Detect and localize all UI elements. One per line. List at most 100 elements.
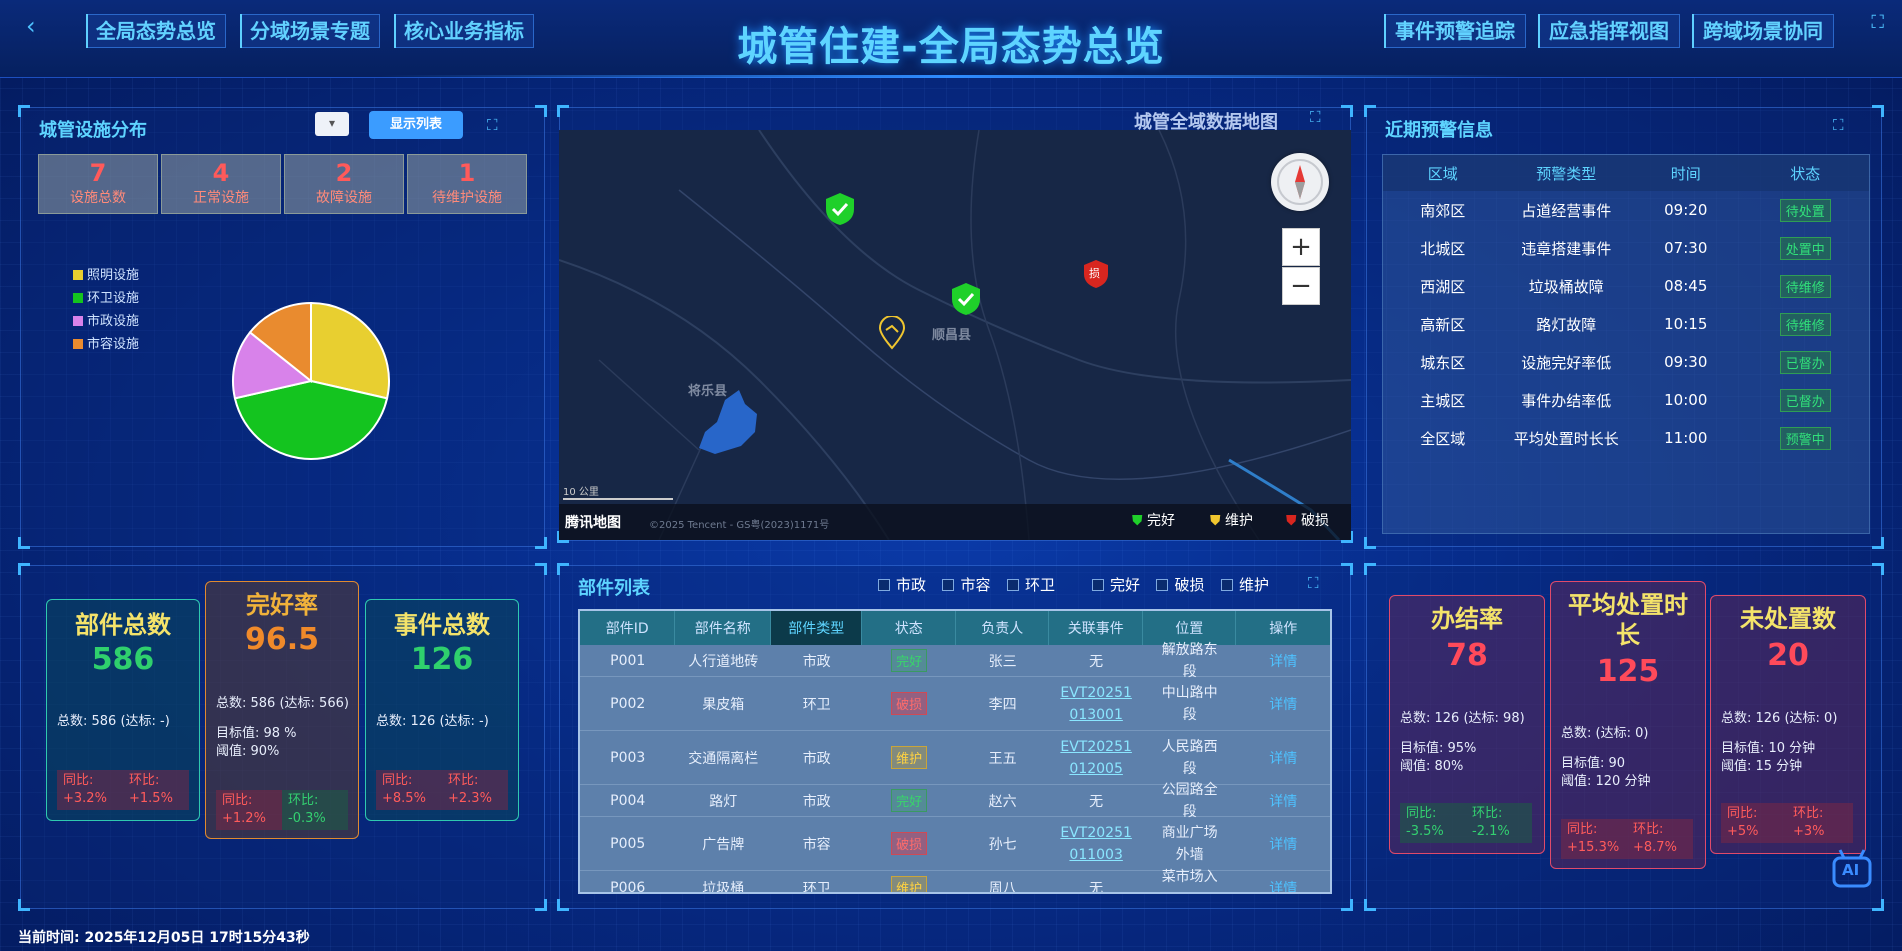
nav-cross-domain[interactable]: 跨域场景协同: [1692, 14, 1834, 48]
compare-value: +2.3%: [448, 791, 492, 806]
legend-item[interactable]: 环卫设施: [73, 287, 139, 310]
detail-link[interactable]: 详情: [1269, 748, 1297, 768]
map-view[interactable]: 顺昌县 将乐县 10 公里: [559, 130, 1351, 540]
kpi-title: 事件总数: [394, 611, 490, 639]
stat-normal: 4 正常设施: [161, 154, 281, 214]
checkbox[interactable]: [942, 578, 955, 591]
expand-icon[interactable]: ⛶: [1310, 108, 1321, 126]
wrench-marker-icon[interactable]: [877, 316, 907, 350]
cell-id: P002: [610, 695, 646, 712]
alert-row[interactable]: 全区域 平均处置时长长 11:00 预警中: [1383, 419, 1869, 457]
detail-link[interactable]: 详情: [1269, 694, 1297, 714]
col-header[interactable]: 部件名称: [675, 611, 771, 645]
table-row[interactable]: P004 路灯 市政 完好 赵六 无 公园路全段 详情: [580, 782, 1330, 820]
expand-icon[interactable]: ⛶: [1308, 574, 1319, 592]
legend-item[interactable]: 市容设施: [73, 333, 139, 356]
kpi-summary: 总数: 586 (达标: -): [57, 714, 170, 729]
compare-value: +15.3%: [1567, 840, 1620, 855]
facility-title: 城管设施分布: [39, 120, 147, 141]
cell-op: 详情: [1237, 785, 1330, 816]
compass-icon[interactable]: [1271, 153, 1329, 211]
legend-item[interactable]: 市政设施: [73, 310, 139, 333]
checkbox[interactable]: [1156, 578, 1169, 591]
table-row[interactable]: P002 果皮箱 环卫 破损 李四 EVT20251013001 中山路中段 详情: [580, 677, 1330, 731]
compare-value: +5%: [1727, 824, 1759, 839]
expand-icon[interactable]: ⛶: [487, 116, 498, 134]
alert-cell: 09:30: [1664, 353, 1708, 371]
filter-broken[interactable]: 破损: [1156, 574, 1204, 595]
alert-row[interactable]: 主城区 事件办结率低 10:00 已督办: [1383, 381, 1869, 419]
kpi-card-unhandled[interactable]: 未处置数 20 总数: 126 (达标: 0) 目标值: 10 分钟 阈值: 15 分钟…: [1710, 595, 1866, 854]
table-row[interactable]: P006 垃圾桶 环卫 维护 周八 无 菜市场入口 详情: [580, 869, 1330, 894]
col-header[interactable]: 关联事件: [1049, 611, 1143, 645]
shield-check-icon[interactable]: [950, 281, 982, 317]
alert-row[interactable]: 高新区 路灯故障 10:15 待维修: [1383, 305, 1869, 343]
kpi-card-event-total[interactable]: 事件总数 126 总数: 126 (达标: -) 同比: +8.5% 环比: +2.3%: [365, 599, 519, 821]
fullscreen-icon[interactable]: ⛶: [1871, 12, 1884, 33]
compare-box: 同比: +15.3%: [1561, 819, 1627, 859]
filter-shizheng[interactable]: 市政: [878, 574, 926, 595]
expand-icon[interactable]: ⛶: [1833, 116, 1844, 134]
filter-maint[interactable]: 维护: [1220, 574, 1269, 595]
kpi-compare: 同比: +5% 环比: +3%: [1721, 803, 1853, 843]
nav-emergency[interactable]: 应急指挥视图: [1538, 14, 1680, 48]
checkbox[interactable]: [878, 578, 890, 591]
alert-row[interactable]: 南郊区 占道经营事件 09:20 待处置: [1383, 191, 1869, 229]
cell-type: 市政: [802, 793, 831, 810]
kpi-card-intact-rate[interactable]: 完好率 96.5 总数: 586 (达标: 566) 目标值: 98 % 阈值: 90%…: [205, 581, 359, 839]
chevron-down-icon[interactable]: ▾: [315, 112, 349, 136]
alert-cell: 08:45: [1664, 277, 1708, 295]
checkbox[interactable]: [1092, 578, 1104, 591]
alert-cell: 09:20: [1664, 201, 1708, 219]
show-list-button[interactable]: 显示列表: [369, 111, 463, 139]
detail-link[interactable]: 详情: [1269, 651, 1297, 671]
event-link[interactable]: EVT20251012005: [1056, 736, 1136, 780]
damage-marker-icon[interactable]: 损: [1083, 259, 1109, 289]
map-legend-maint: ⛊ 维护: [1210, 510, 1253, 530]
parts-title: 部件列表: [578, 578, 650, 599]
event-link[interactable]: EVT20251013001: [1056, 682, 1136, 726]
col-header[interactable]: 操作: [1236, 611, 1330, 645]
kpi-card-parts-total[interactable]: 部件总数 586 总数: 586 (达标: -) 同比: +3.2% 环比: +1.5%: [46, 599, 200, 821]
alert-row[interactable]: 城东区 设施完好率低 09:30 已督办: [1383, 343, 1869, 381]
detail-link[interactable]: 详情: [1269, 791, 1297, 811]
event-link[interactable]: EVT20251011003: [1056, 822, 1136, 866]
alert-row[interactable]: 西湖区 垃圾桶故障 08:45 待维修: [1383, 267, 1869, 305]
map-label-jiangle: 将乐县: [688, 384, 728, 399]
kpi-card-avg-duration[interactable]: 平均处置时长 125 总数: (达标: 0) 目标值: 90 阈值: 120 分钟 同比:…: [1550, 581, 1706, 869]
kpi-summary: 总数: 126 (达标: -): [376, 714, 489, 729]
kpi-title: 完好率: [246, 591, 318, 619]
kpi-card-close-rate[interactable]: 办结率 78 总数: 126 (达标: 98) 目标值: 95% 阈值: 80% 同比: -…: [1389, 595, 1545, 854]
ai-robot-icon[interactable]: AI: [1830, 848, 1874, 892]
filter-good[interactable]: 完好: [1092, 574, 1140, 595]
checkbox[interactable]: [1006, 578, 1019, 591]
kpi-value: 20: [1767, 638, 1809, 673]
zoom-out-button[interactable]: −: [1282, 267, 1320, 305]
table-row[interactable]: P005 广告牌 市容 破损 孙七 EVT20251011003 商业广场外墙 详情: [580, 817, 1330, 871]
col-header[interactable]: 部件ID: [580, 611, 676, 645]
zoom-in-button[interactable]: +: [1282, 228, 1320, 266]
filter-shirong[interactable]: 市容: [942, 574, 990, 595]
table-row[interactable]: P001 人行道地砖 市政 完好 张三 无 解放路东段 详情: [580, 642, 1330, 680]
cell-event: 无: [1089, 880, 1104, 894]
alert-row[interactable]: 北城区 违章搭建事件 07:30 处置中: [1383, 229, 1869, 267]
cell-op: 详情: [1237, 817, 1330, 870]
detail-link[interactable]: 详情: [1269, 878, 1297, 893]
compare-label: 环比:: [1793, 806, 1824, 821]
damage-icon: ⛊: [1286, 513, 1297, 529]
col-header[interactable]: 状态: [862, 611, 956, 645]
detail-link[interactable]: 详情: [1269, 834, 1297, 854]
filter-huanwei[interactable]: 环卫: [1006, 574, 1055, 595]
checkbox[interactable]: [1220, 578, 1233, 591]
table-row[interactable]: P003 交通隔离栏 市政 维护 王五 EVT20251012005 人民路西段 详情: [580, 731, 1330, 785]
nav-event-tracking[interactable]: 事件预警追踪: [1384, 14, 1526, 48]
alert-cell: 路灯故障: [1536, 315, 1597, 334]
cell-event: 无: [1089, 653, 1104, 670]
cell-type: 环卫: [802, 696, 831, 713]
kpi-threshold: 阈值: 15 分钟: [1721, 759, 1803, 774]
shield-check-icon[interactable]: [824, 191, 856, 227]
col-header[interactable]: 部件类型: [770, 611, 863, 645]
col-header[interactable]: 负责人: [956, 611, 1050, 645]
legend-item[interactable]: 照明设施: [73, 264, 139, 287]
cell-event: 无: [1089, 793, 1104, 810]
